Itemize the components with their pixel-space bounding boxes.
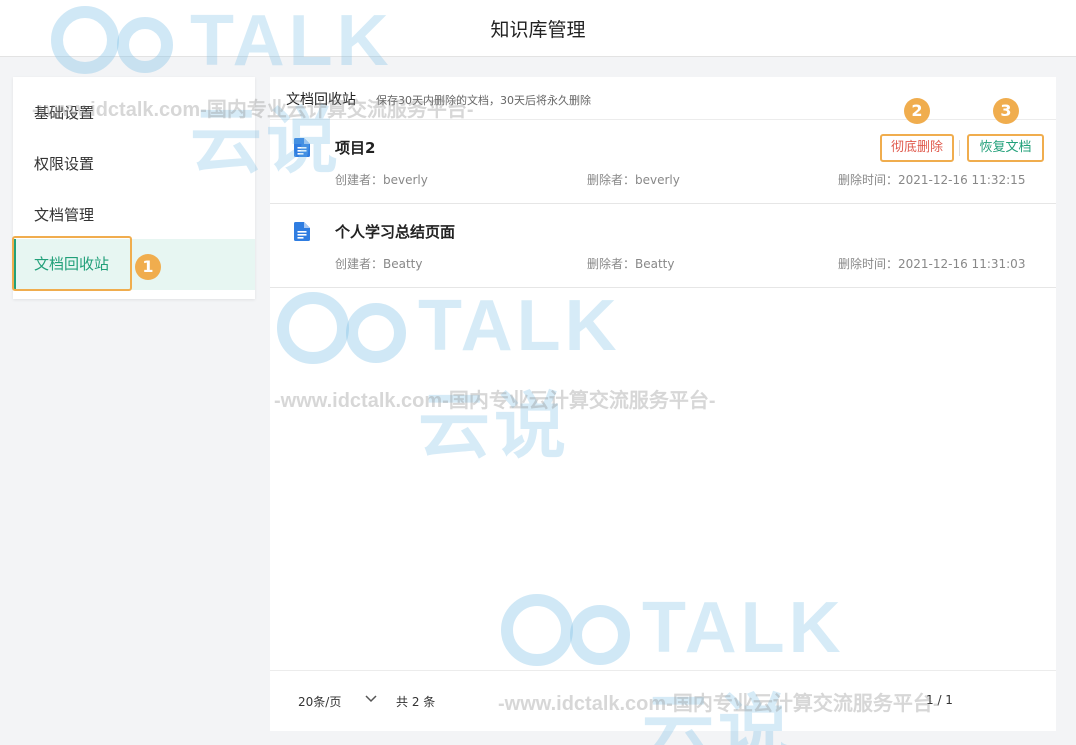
- chevron-down-icon[interactable]: [363, 690, 379, 706]
- document-deleter: 删除者：beverly: [587, 173, 680, 187]
- watermark-url: -www.idctalk.com-国内专业云计算交流服务平台-: [498, 693, 940, 715]
- document-row[interactable]: 项目2 创建者：beverly 删除者：beverly 删除时间：2021-12…: [270, 120, 1056, 204]
- document-name[interactable]: 项目2: [335, 137, 375, 158]
- watermark-url: -www.idctalk.com-国内专业云计算交流服务平台-: [274, 390, 716, 412]
- document-icon: [294, 138, 310, 157]
- delete-permanently-button[interactable]: 彻底删除: [880, 134, 954, 162]
- page-header: 知识库管理: [0, 0, 1076, 57]
- document-name[interactable]: 个人学习总结页面: [335, 221, 455, 242]
- watermark-url: -www.idctalk.com-国内专业云计算交流服务平台-: [32, 99, 474, 121]
- page-size-select[interactable]: 20条/页: [298, 693, 341, 710]
- sidebar-item-permission-settings[interactable]: 权限设置: [13, 139, 255, 190]
- restore-document-button[interactable]: 恢复文档: [967, 134, 1044, 162]
- document-creator: 创建者：Beatty: [335, 257, 423, 271]
- document-row[interactable]: 个人学习总结页面 创建者：Beatty 删除者：Beatty 删除时间：2021…: [270, 204, 1056, 288]
- annotation-badge-1: 1: [135, 254, 161, 280]
- total-count: 共 2 条: [396, 695, 436, 709]
- document-icon: [294, 222, 310, 241]
- button-divider: [959, 140, 960, 156]
- sidebar-item-document-management[interactable]: 文档管理: [13, 190, 255, 241]
- document-deleted-time: 删除时间：2021-12-16 11:32:15: [838, 173, 1026, 187]
- annotation-badge-3: 3: [993, 98, 1019, 124]
- annotation-badge-2: 2: [904, 98, 930, 124]
- document-deleted-time: 删除时间：2021-12-16 11:31:03: [838, 257, 1026, 271]
- page-title: 知识库管理: [490, 19, 586, 41]
- document-deleter: 删除者：Beatty: [587, 257, 675, 271]
- document-creator: 创建者：beverly: [335, 173, 428, 187]
- sidebar-item-recycle-bin[interactable]: 文档回收站: [13, 239, 255, 290]
